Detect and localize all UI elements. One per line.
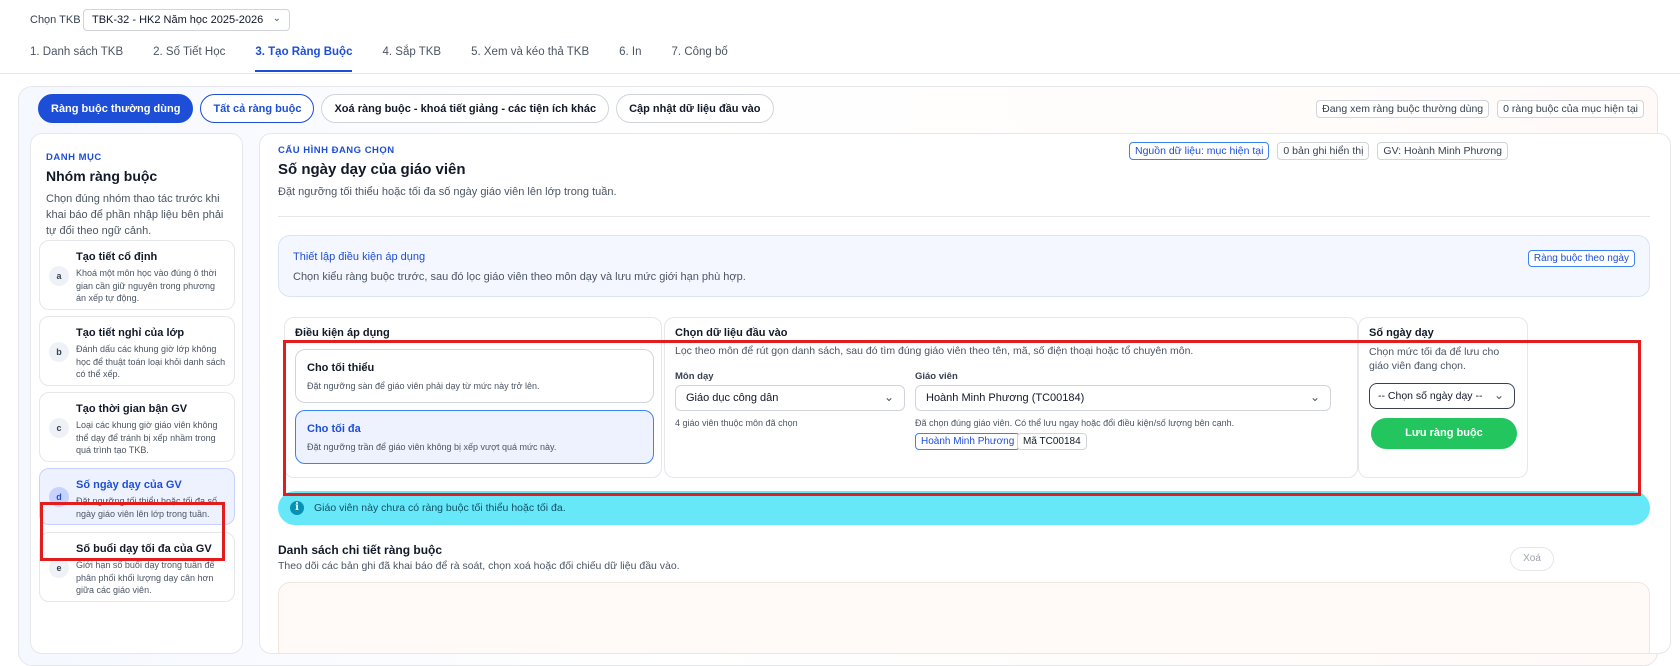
chevron-down-icon: ⌄ xyxy=(883,390,894,404)
selected-teacher-badge: GV: Hoành Minh Phương xyxy=(1377,142,1508,160)
sidebar-item-teaching-days[interactable]: d Số ngày dạy của GV Đặt ngưỡng tối thiể… xyxy=(39,468,235,525)
notice-banner: i Giáo viên này chưa có ràng buộc tối th… xyxy=(278,491,1650,525)
teacher-select[interactable]: Hoành Minh Phương (TC00184) ⌄ xyxy=(915,385,1331,411)
condition-heading: Điều kiện áp dụng xyxy=(295,327,390,339)
tab-step-7[interactable]: 7. Công bố xyxy=(672,44,728,74)
option-minimum-title: Cho tối thiểu xyxy=(307,362,375,374)
sidebar-item-description: Đánh dấu các khung giờ lớp không học để … xyxy=(76,344,226,379)
list-title: Danh sách chi tiết ràng buộc xyxy=(278,543,443,557)
subject-label: Môn dạy xyxy=(675,371,714,382)
sidebar-item-description: Loại các khung giờ giáo viên không thể d… xyxy=(76,420,218,455)
days-select-placeholder: -- Chọn số ngày dạy -- xyxy=(1378,390,1483,402)
data-source-badge: Nguồn dữ liệu: mục hiện tại xyxy=(1128,142,1270,160)
chevron-down-icon: ⌄ xyxy=(272,13,281,24)
item-letter-badge: b xyxy=(49,342,69,362)
all-constraints-button[interactable]: Tất cả ràng buộc xyxy=(200,94,315,123)
page-description: Đặt ngưỡng tối thiểu hoặc tối đa số ngày… xyxy=(278,186,617,198)
tab-step-4[interactable]: 4. Sắp TKB xyxy=(382,44,441,74)
sidebar-item-label: Số ngày dạy của GV xyxy=(76,479,182,491)
delete-button[interactable]: Xoá xyxy=(1510,547,1554,571)
input-heading: Chọn dữ liệu đầu vào xyxy=(675,327,788,339)
tkb-select-value: TBK-32 - HK2 Năm học 2025-2026 xyxy=(92,14,264,26)
sidebar-item-description: Khoá một môn học vào đúng ô thời gian cầ… xyxy=(76,268,217,303)
teacher-code-tag: Mã TC00184 xyxy=(1017,433,1087,450)
notice-text: Giáo viên này chưa có ràng buộc tối thiể… xyxy=(314,502,566,514)
chevron-down-icon: ⌄ xyxy=(1309,390,1320,404)
sidebar-item-description: Giới hạn số buổi dạy trong tuần để phân … xyxy=(76,560,215,595)
tab-step-3[interactable]: 3. Tạo Ràng Buộc xyxy=(255,44,353,74)
option-maximum[interactable]: Cho tối đa Đặt ngưỡng trần để giáo viên … xyxy=(295,410,654,464)
setup-banner: Thiết lập điều kiện áp dụng Chọn kiểu rà… xyxy=(278,235,1650,297)
input-description: Lọc theo môn để rút gọn danh sách, sau đ… xyxy=(675,345,1194,357)
save-constraint-button[interactable]: Lưu ràng buộc xyxy=(1371,418,1517,449)
config-panel: CẤU HÌNH ĐANG CHỌN Số ngày dạy của giáo … xyxy=(259,133,1671,654)
tab-step-6[interactable]: 6. In xyxy=(619,44,641,74)
item-letter-badge: e xyxy=(49,558,69,578)
divider xyxy=(278,216,1650,217)
days-description: Chọn mức tối đa để lưu cho giáo viên đan… xyxy=(1369,346,1500,372)
step-tabs: 1. Danh sách TKB 2. Số Tiết Học 3. Tạo R… xyxy=(30,44,758,74)
input-data-card: Chọn dữ liệu đầu vào Lọc theo môn để rút… xyxy=(664,317,1358,478)
sidebar-item-label: Tạo tiết cố định xyxy=(76,251,158,263)
sidebar-category: DANH MỤC xyxy=(46,152,102,163)
delete-constraints-button[interactable]: Xoá ràng buộc - khoá tiết giảng - các ti… xyxy=(321,94,610,123)
option-maximum-description: Đặt ngưỡng trần để giáo viên không bị xế… xyxy=(307,442,557,452)
tab-step-5[interactable]: 5. Xem và kéo thả TKB xyxy=(471,44,589,74)
sidebar-item-fixed-period[interactable]: a Tạo tiết cố định Khoá một môn học vào … xyxy=(39,240,235,310)
option-maximum-title: Cho tối đa xyxy=(307,423,361,435)
subject-note: 4 giáo viên thuộc môn đã chọn xyxy=(675,418,798,428)
constraint-list xyxy=(278,582,1650,653)
common-constraints-button[interactable]: Ràng buộc thường dùng xyxy=(38,94,194,123)
tab-step-2[interactable]: 2. Số Tiết Học xyxy=(153,44,225,74)
days-heading: Số ngày dạy xyxy=(1369,327,1434,339)
config-status-pills: Nguồn dữ liệu: mục hiện tại 0 bản ghi hi… xyxy=(1121,142,1508,160)
sidebar-item-label: Tạo thời gian bận GV xyxy=(76,403,188,415)
sidebar-item-max-sessions[interactable]: e Số buổi dạy tối đa của GV Giới hạn số … xyxy=(39,532,235,602)
tkb-select-label: Chọn TKB xyxy=(30,14,81,26)
record-count-badge: 0 bản ghi hiển thị xyxy=(1277,142,1370,160)
view-status-badge: Đang xem ràng buộc thường dùng xyxy=(1316,100,1490,118)
option-minimum[interactable]: Cho tối thiểu Đặt ngưỡng sàn để giáo viê… xyxy=(295,349,654,403)
subject-select[interactable]: Giáo dục công dân ⌄ xyxy=(675,385,905,411)
filter-button-bar: Ràng buộc thường dùng Tất cả ràng buộc X… xyxy=(38,94,781,123)
constraint-group-sidebar: DANH MỤC Nhóm ràng buộc Chọn đúng nhóm t… xyxy=(30,133,243,654)
option-minimum-description: Đặt ngưỡng sàn để giáo viên phải dạy từ … xyxy=(307,381,540,391)
sidebar-description: Chọn đúng nhóm thao tác trước khi khai b… xyxy=(46,193,224,237)
subject-select-value: Giáo dục công dân xyxy=(686,392,779,404)
days-select[interactable]: -- Chọn số ngày dạy -- ⌄ xyxy=(1369,383,1515,409)
sidebar-item-teacher-busy[interactable]: c Tạo thời gian bận GV Loại các khung gi… xyxy=(39,392,235,462)
tkb-select[interactable]: TBK-32 - HK2 Năm học 2025-2026 ⌄ xyxy=(83,9,290,31)
sidebar-item-class-break[interactable]: b Tạo tiết nghỉ của lớp Đánh dấu các khu… xyxy=(39,316,235,386)
status-pills: Đang xem ràng buộc thường dùng 0 ràng bu… xyxy=(1308,100,1644,118)
condition-card: Điều kiện áp dụng Cho tối thiểu Đặt ngưỡ… xyxy=(284,317,662,478)
item-letter-badge: d xyxy=(49,487,69,507)
teaching-days-card: Số ngày dạy Chọn mức tối đa để lưu cho g… xyxy=(1358,317,1528,478)
teacher-label: Giáo viên xyxy=(915,371,958,382)
teacher-select-value: Hoành Minh Phương (TC00184) xyxy=(926,392,1085,404)
constraint-type-badge: Ràng buộc theo ngày xyxy=(1527,250,1635,267)
top-bar: Chọn TKB TBK-32 - HK2 Năm học 2025-2026 … xyxy=(0,0,1680,74)
constraint-count-badge: 0 ràng buộc của mục hiện tại xyxy=(1497,100,1644,118)
list-description: Theo dõi các bản ghi đã khai báo để rà s… xyxy=(278,560,680,572)
info-icon: i xyxy=(290,501,304,515)
setup-description: Chọn kiểu ràng buộc trước, sau đó lọc gi… xyxy=(293,271,746,283)
sidebar-title: Nhóm ràng buộc xyxy=(46,168,158,184)
item-letter-badge: a xyxy=(49,266,69,286)
chevron-down-icon: ⌄ xyxy=(1493,388,1504,402)
sidebar-item-label: Số buổi dạy tối đa của GV xyxy=(76,543,212,555)
item-letter-badge: c xyxy=(49,418,69,438)
setup-title: Thiết lập điều kiện áp dụng xyxy=(293,251,426,263)
page-title: Số ngày dạy của giáo viên xyxy=(278,161,466,178)
tab-step-1[interactable]: 1. Danh sách TKB xyxy=(30,44,123,74)
teacher-note: Đã chọn đúng giáo viên. Có thể lưu ngay … xyxy=(915,418,1235,428)
config-category: CẤU HÌNH ĐANG CHỌN xyxy=(278,145,395,156)
update-input-data-button[interactable]: Cập nhật dữ liệu đầu vào xyxy=(616,94,774,123)
sidebar-item-description: Đặt ngưỡng tối thiểu hoặc tối đa số ngày… xyxy=(76,496,218,519)
sidebar-item-label: Tạo tiết nghỉ của lớp xyxy=(76,327,185,339)
selected-teacher-tag: Hoành Minh Phương xyxy=(915,433,1021,450)
